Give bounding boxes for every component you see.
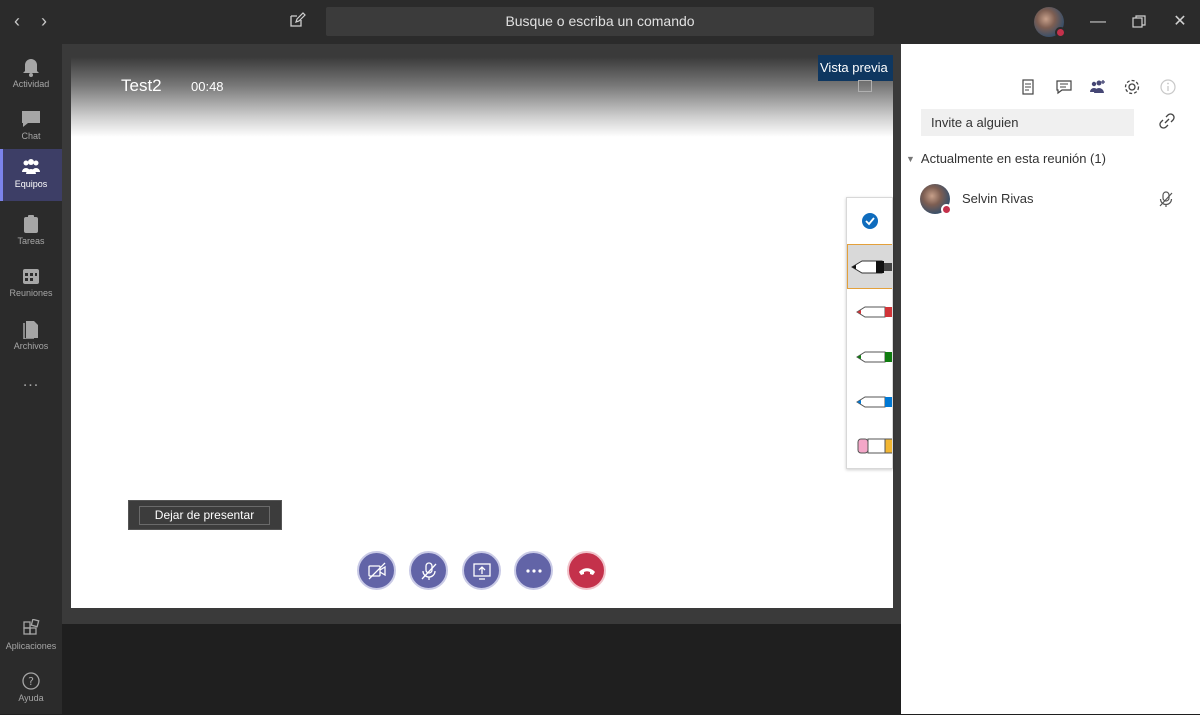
- help-icon: ?: [22, 672, 40, 690]
- more-options-button[interactable]: [514, 551, 553, 590]
- rail-item-teams[interactable]: Equipos: [0, 149, 62, 201]
- rail-label: Chat: [21, 131, 41, 141]
- info-icon[interactable]: [1159, 78, 1177, 96]
- back-icon[interactable]: ‹: [6, 10, 28, 32]
- rail-item-files[interactable]: Archivos: [0, 311, 62, 363]
- eraser-icon: [857, 438, 892, 454]
- participant-row[interactable]: Selvin Rivas: [920, 184, 1190, 216]
- select-tool-button[interactable]: [847, 198, 892, 243]
- close-icon[interactable]: ✕: [1168, 10, 1192, 34]
- rail-label: Tareas: [17, 236, 45, 246]
- teams-icon: [22, 159, 40, 174]
- section-header[interactable]: ▼ Actualmente en esta reunión (1): [906, 151, 1106, 166]
- rail-item-chat[interactable]: Chat: [0, 101, 62, 153]
- black-pen-icon: [851, 260, 892, 274]
- busy-status-icon: [941, 204, 952, 215]
- svg-text:?: ?: [28, 675, 34, 688]
- meeting-notes-icon[interactable]: [1019, 78, 1037, 96]
- green-pen-button[interactable]: [847, 334, 892, 379]
- mic-toggle-button[interactable]: [409, 551, 448, 590]
- share-screen-icon: [473, 563, 491, 580]
- chat-icon: [22, 111, 40, 127]
- settings-gear-icon[interactable]: [1123, 78, 1141, 96]
- search-input[interactable]: Busque o escriba un comando: [326, 7, 874, 36]
- forward-icon[interactable]: ›: [33, 10, 55, 32]
- more-icon: ...: [22, 373, 40, 390]
- meeting-timer: 00:48: [191, 79, 224, 94]
- link-icon[interactable]: [1158, 112, 1176, 130]
- apps-icon: [23, 619, 40, 635]
- compose-icon[interactable]: [288, 11, 308, 31]
- hang-up-button[interactable]: [567, 551, 606, 590]
- section-title: Actualmente en esta reunión (1): [920, 151, 1106, 166]
- app-rail: Actividad Chat Equipos Tareas Reuniones …: [0, 44, 62, 714]
- preview-label: Vista previa: [818, 55, 893, 81]
- rail-item-apps[interactable]: Aplicaciones: [0, 611, 62, 663]
- participant-name: Selvin Rivas: [962, 191, 1034, 206]
- eraser-button[interactable]: [847, 424, 892, 468]
- blue-pen-button[interactable]: [847, 379, 892, 424]
- checkmark-icon: [862, 213, 878, 229]
- maximize-icon[interactable]: [1127, 10, 1151, 34]
- more-options-icon: [526, 569, 542, 573]
- rail-item-meetings[interactable]: Reuniones: [0, 258, 62, 310]
- rail-label: Aplicaciones: [5, 641, 57, 651]
- stop-presenting-button[interactable]: Dejar de presentar: [139, 506, 270, 525]
- mic-off-icon: [421, 562, 437, 580]
- avatar: [920, 184, 952, 215]
- rail-label: Reuniones: [9, 288, 53, 298]
- invite-input[interactable]: Invite a alguien: [921, 109, 1134, 136]
- hang-up-icon: [579, 568, 595, 575]
- rail-label: Archivos: [13, 341, 49, 351]
- participants-panel: Invite a alguien ▼ Actualmente en esta re…: [901, 44, 1200, 714]
- rail-item-help[interactable]: ? Ayuda: [0, 663, 62, 715]
- stage-bottom: [62, 624, 901, 714]
- green-pen-icon: [856, 351, 892, 363]
- stop-presenting-container: Dejar de presentar: [128, 500, 282, 530]
- profile-avatar[interactable]: [1034, 7, 1066, 38]
- conversation-icon[interactable]: [1055, 78, 1073, 96]
- red-pen-icon: [856, 306, 892, 318]
- rail-label: Ayuda: [18, 693, 44, 703]
- share-screen-button[interactable]: [462, 551, 501, 590]
- rail-item-activity[interactable]: Actividad: [0, 49, 62, 101]
- minimize-icon[interactable]: —: [1086, 10, 1110, 34]
- camera-toggle-button[interactable]: [357, 551, 396, 590]
- red-pen-button[interactable]: [847, 289, 892, 334]
- participants-icon[interactable]: [1089, 78, 1107, 96]
- title-bar: ‹ › Busque o escriba un comando — ✕: [0, 0, 1200, 44]
- fit-screen-icon[interactable]: [858, 80, 872, 92]
- black-pen-button[interactable]: [847, 244, 892, 289]
- camera-off-icon: [368, 562, 386, 580]
- rail-label: Equipos: [14, 179, 48, 189]
- blue-pen-icon: [856, 396, 892, 408]
- rail-item-tasks[interactable]: Tareas: [0, 206, 62, 258]
- mic-off-icon[interactable]: [1157, 190, 1175, 208]
- calendar-icon: [23, 269, 39, 284]
- bell-icon: [23, 59, 39, 77]
- busy-status-icon: [1055, 27, 1066, 38]
- meeting-title: Test2: [121, 76, 162, 95]
- rail-label: Actividad: [12, 79, 50, 89]
- rail-item-more[interactable]: ...: [0, 369, 62, 421]
- files-icon: [23, 321, 38, 339]
- meeting-header: Test2 00:48: [71, 57, 893, 137]
- caret-down-icon: ▼: [906, 154, 915, 164]
- ink-toolbar: [846, 197, 893, 469]
- tasks-icon: [24, 215, 38, 233]
